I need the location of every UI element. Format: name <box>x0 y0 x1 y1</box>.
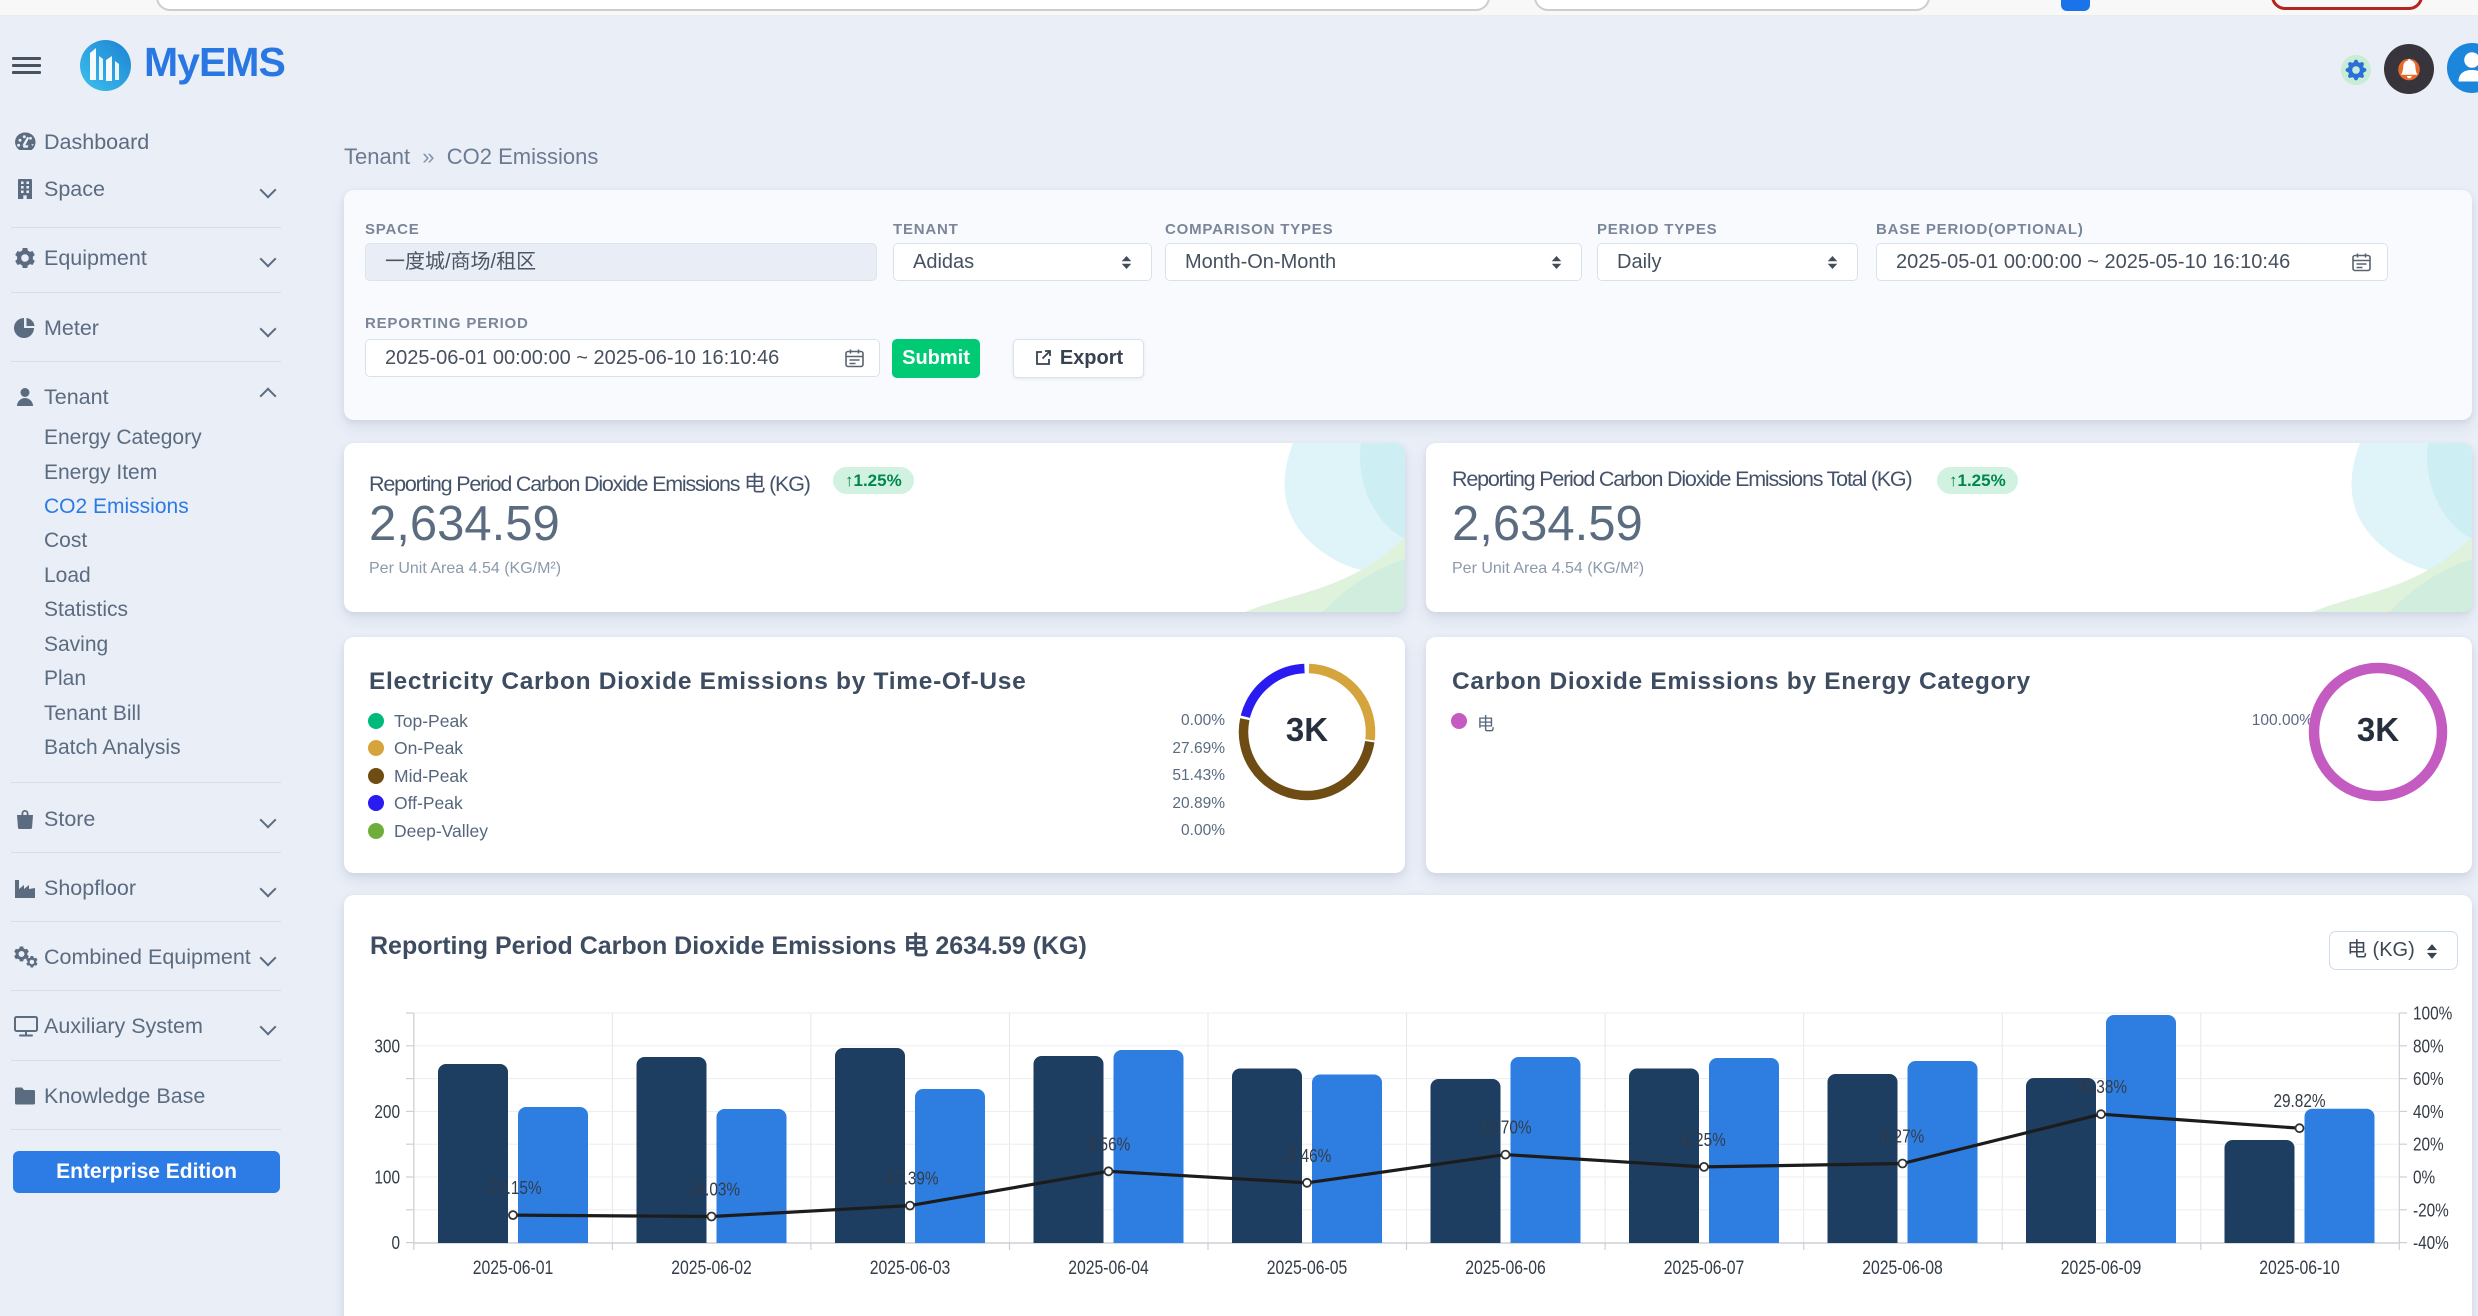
svg-text:2025-06-02: 2025-06-02 <box>671 1258 752 1279</box>
svg-text:-20%: -20% <box>2413 1199 2449 1220</box>
svg-text:200: 200 <box>374 1101 400 1122</box>
svg-text:8.27%: 8.27% <box>1881 1126 1925 1147</box>
svg-text:2025-06-10: 2025-06-10 <box>2259 1258 2340 1279</box>
svg-text:2025-06-07: 2025-06-07 <box>1664 1258 1745 1279</box>
svg-text:29.82%: 29.82% <box>2273 1090 2325 1111</box>
svg-text:0%: 0% <box>2413 1167 2435 1188</box>
svg-text:300: 300 <box>374 1035 400 1056</box>
svg-text:2025-06-05: 2025-06-05 <box>1267 1258 1348 1279</box>
svg-text:3.56%: 3.56% <box>1087 1133 1131 1154</box>
svg-text:60%: 60% <box>2413 1068 2444 1089</box>
svg-text:20%: 20% <box>2413 1134 2444 1155</box>
svg-text:0: 0 <box>392 1232 401 1253</box>
svg-text:100%: 100% <box>2413 1003 2452 1024</box>
svg-text:2025-06-04: 2025-06-04 <box>1068 1258 1149 1279</box>
svg-text:6.25%: 6.25% <box>1682 1129 1726 1150</box>
svg-text:13.70%: 13.70% <box>1479 1117 1531 1138</box>
svg-text:80%: 80% <box>2413 1035 2444 1056</box>
svg-text:-24.03%: -24.03% <box>683 1179 740 1200</box>
svg-text:2025-06-09: 2025-06-09 <box>2061 1258 2142 1279</box>
svg-text:2025-06-08: 2025-06-08 <box>1862 1258 1943 1279</box>
svg-text:2025-06-01: 2025-06-01 <box>473 1258 554 1279</box>
svg-text:-17.39%: -17.39% <box>881 1168 938 1189</box>
svg-text:-23.15%: -23.15% <box>484 1177 541 1198</box>
svg-text:2025-06-03: 2025-06-03 <box>870 1258 951 1279</box>
svg-text:-3.46%: -3.46% <box>1283 1145 1332 1166</box>
svg-text:2025-06-06: 2025-06-06 <box>1465 1258 1546 1279</box>
svg-text:-40%: -40% <box>2413 1232 2449 1253</box>
svg-text:40%: 40% <box>2413 1101 2444 1122</box>
svg-text:100: 100 <box>374 1167 400 1188</box>
svg-text:38.38%: 38.38% <box>2075 1076 2127 1097</box>
